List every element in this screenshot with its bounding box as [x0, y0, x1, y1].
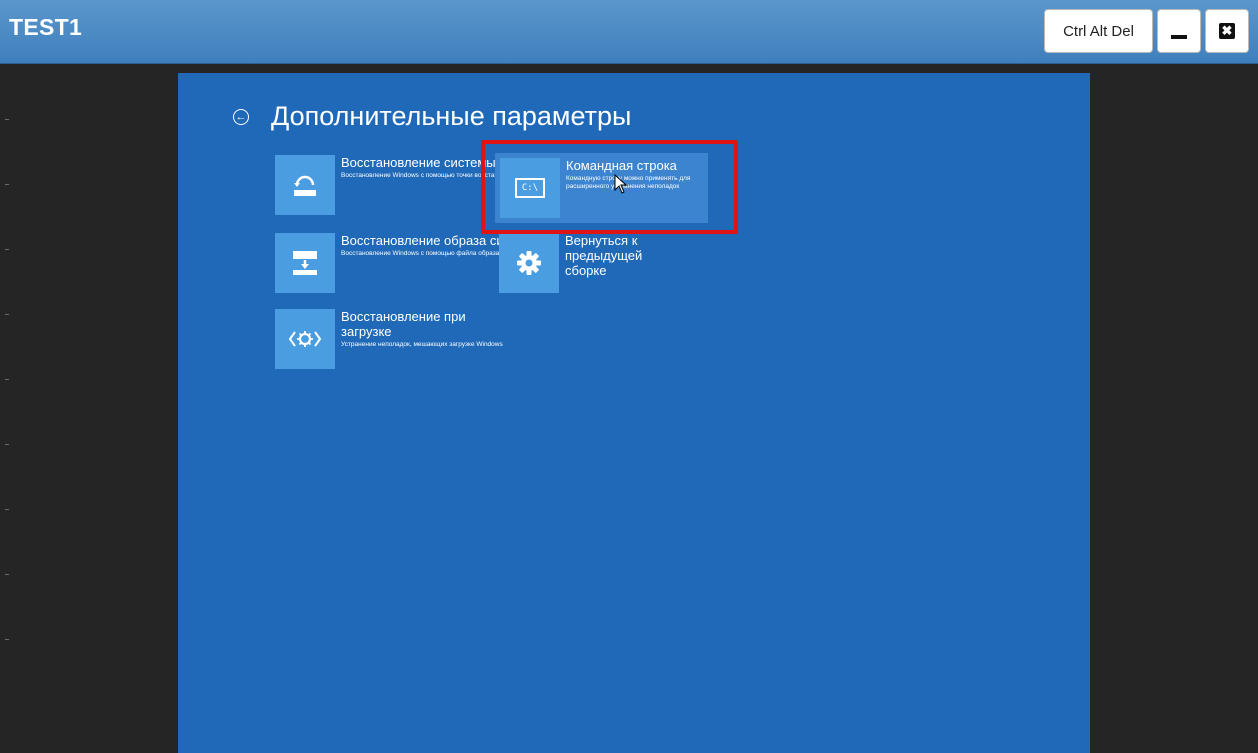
- ctrl-alt-del-button[interactable]: Ctrl Alt Del: [1044, 9, 1153, 53]
- minimize-button[interactable]: [1157, 9, 1201, 53]
- gear-icon: [499, 233, 559, 293]
- minimize-icon: [1171, 35, 1187, 39]
- page-title: Дополнительные параметры: [271, 101, 632, 131]
- window-title: TEST1: [9, 14, 83, 40]
- selection-highlight-box: [481, 140, 738, 234]
- tile-title: Вернуться к предыдущей сборке: [565, 233, 643, 278]
- system-image-icon: [275, 233, 335, 293]
- tile-startup-repair[interactable]: Восстановление при загрузке Устранение н…: [275, 309, 503, 369]
- tile-previous-build[interactable]: Вернуться к предыдущей сборке: [499, 233, 685, 293]
- window-titlebar: TEST1 Ctrl Alt Del ✖: [0, 0, 1258, 64]
- tile-title: Восстановление при загрузке: [341, 309, 466, 339]
- left-edge-ticks: [0, 64, 10, 753]
- close-button[interactable]: ✖: [1205, 9, 1249, 53]
- startup-repair-icon: [275, 309, 335, 369]
- back-arrow-icon[interactable]: ←: [233, 108, 249, 125]
- page-header: ← Дополнительные параметры: [233, 101, 631, 132]
- mouse-cursor-icon: [614, 173, 628, 199]
- close-icon: ✖: [1219, 23, 1235, 39]
- system-restore-icon: [275, 155, 335, 215]
- tile-description: Устранение неполадок, мешающих загрузке …: [341, 341, 503, 348]
